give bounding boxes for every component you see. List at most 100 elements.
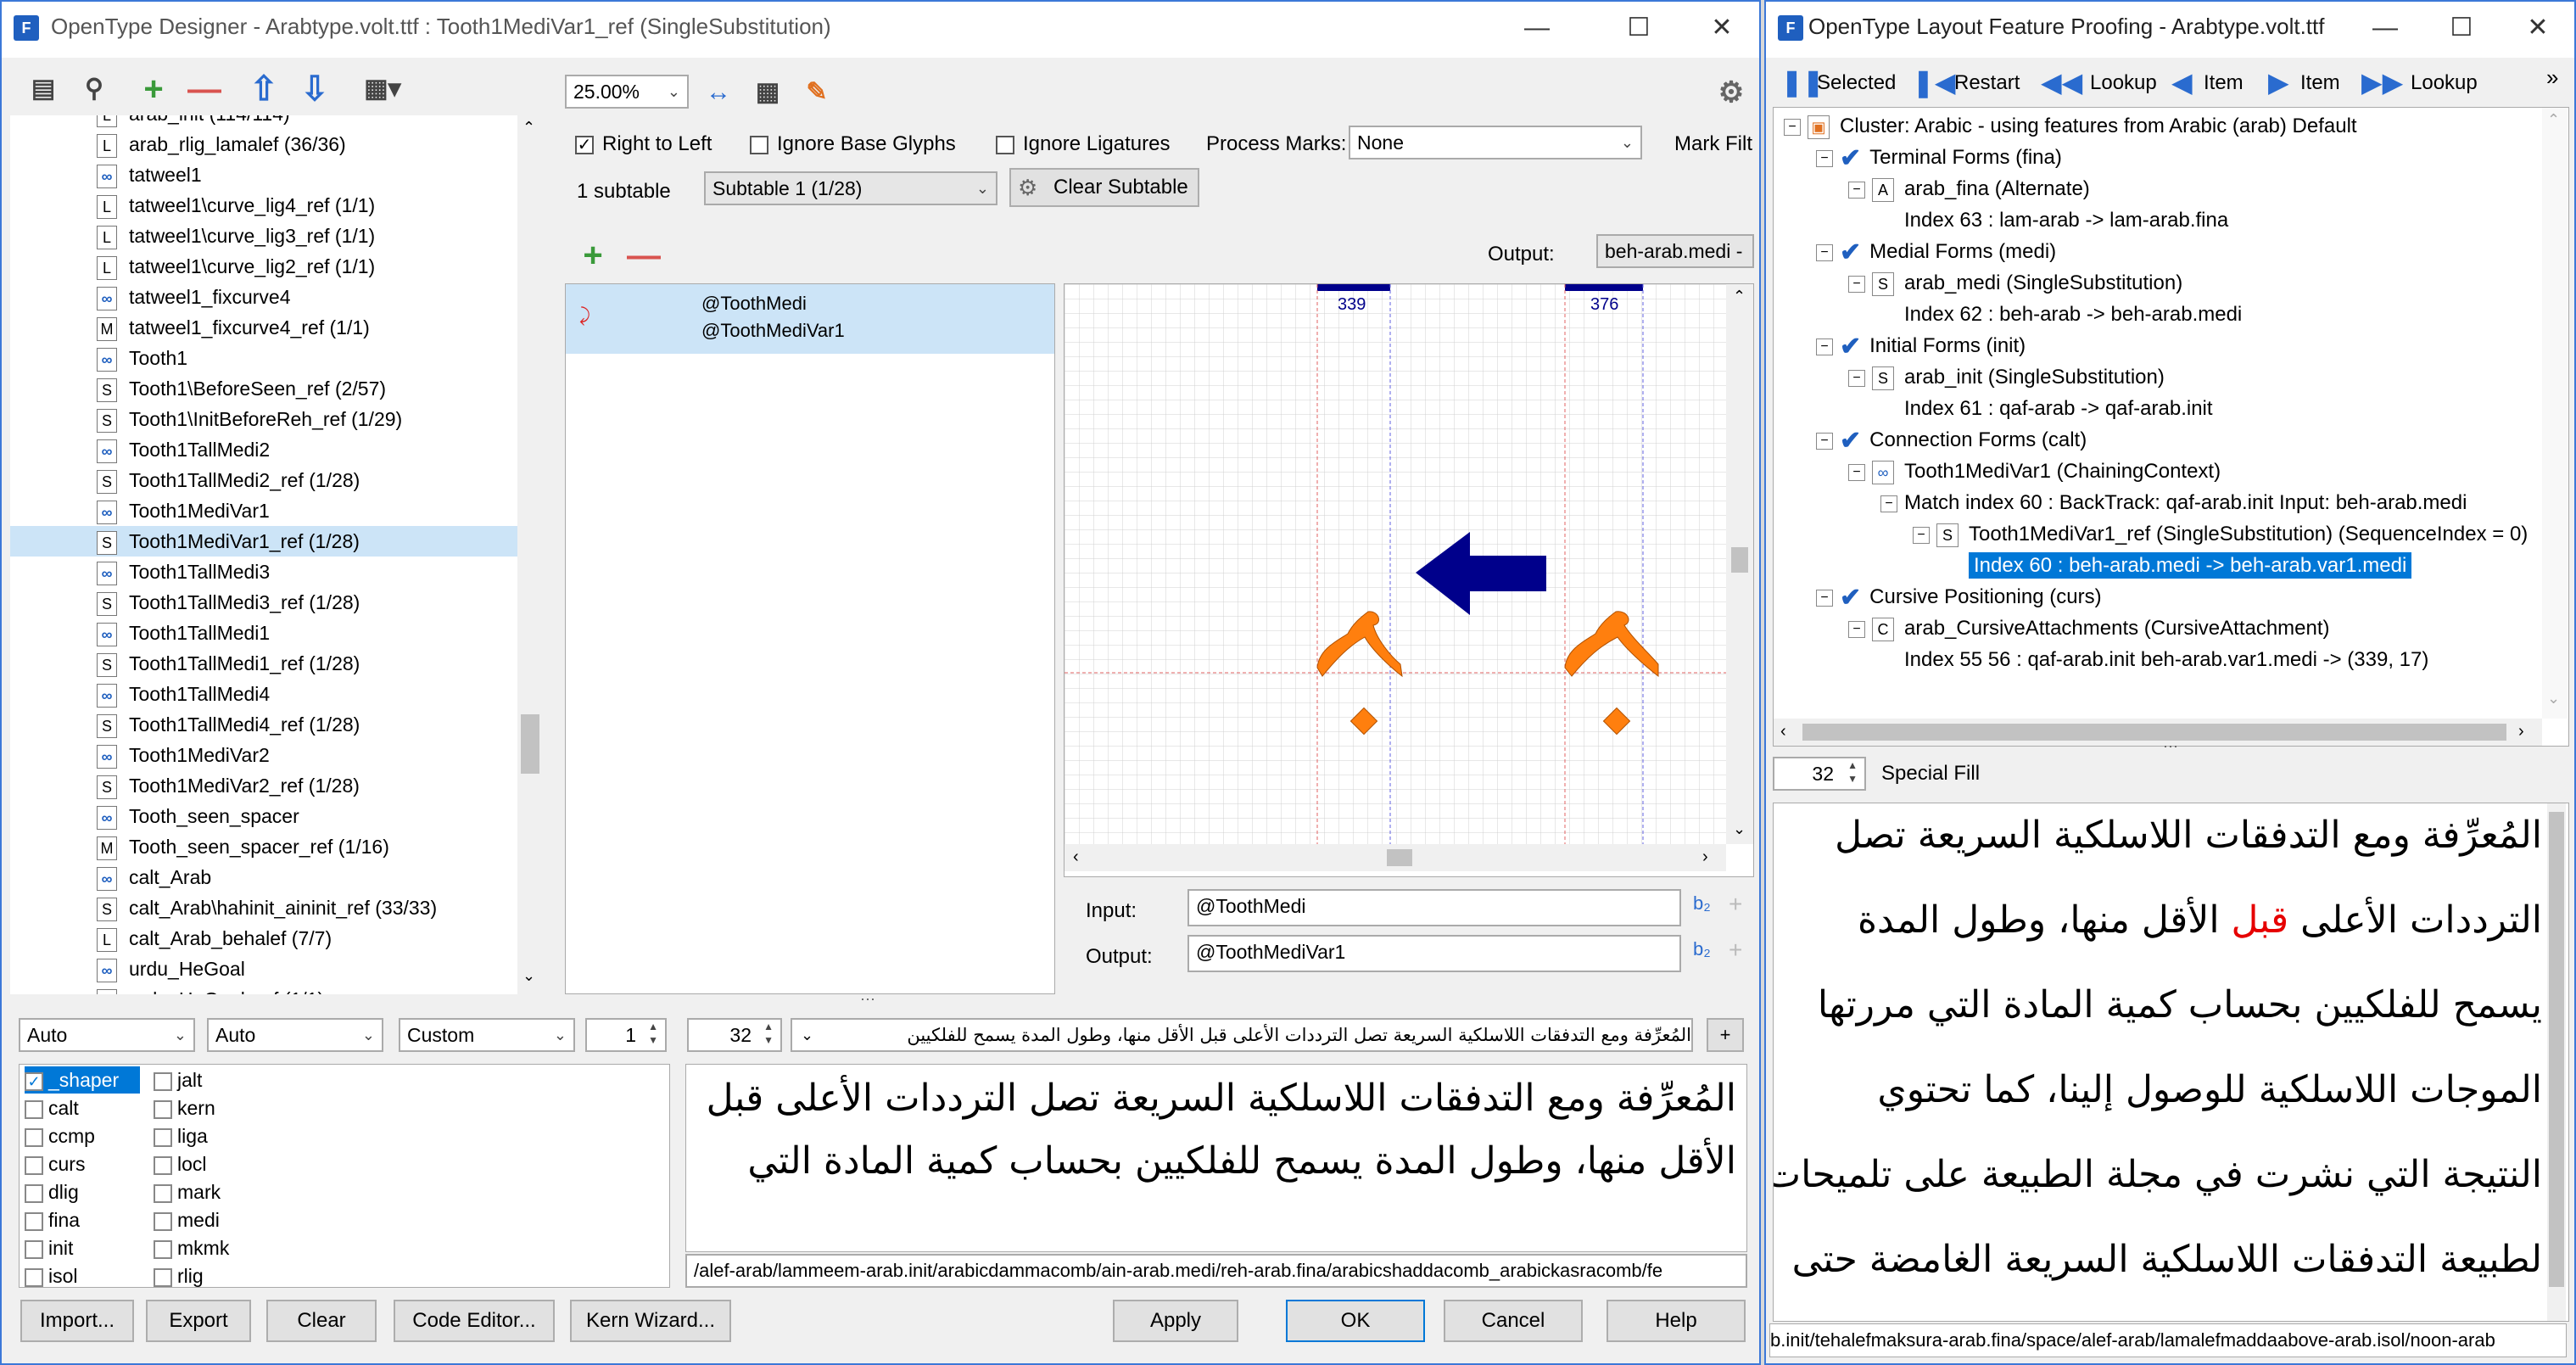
proofing-tree-item[interactable]: − Carab_CursiveAttachments (CursiveAttach… (1848, 613, 2330, 644)
scroll-up-icon[interactable]: ⌃ (522, 119, 535, 137)
find-lookup-icon[interactable]: ⚲ (70, 64, 119, 114)
proofing-tree-item[interactable]: − ✔ Connection Forms (calt) (1816, 425, 2087, 456)
collapse-icon[interactable]: − (1816, 432, 1833, 450)
tree-item[interactable]: Surdu_HeGoal_ref (1/1) (10, 984, 517, 994)
export-button[interactable]: Export (146, 1300, 251, 1342)
tree-item[interactable]: ∞ tatweel1_fixcurve4 (10, 282, 517, 312)
edit-glyph-icon[interactable]: ✎ (792, 68, 841, 117)
process-marks-combo[interactable]: None ⌄ (1349, 126, 1642, 159)
proofing-tree-item[interactable]: − ✔ Initial Forms (init) (1816, 331, 2026, 361)
proofing-tree-item[interactable]: − ▣ Cluster: Arabic - using features from … (1784, 111, 2357, 142)
tree-item[interactable]: ∞ Tooth1MediVar2 (10, 740, 517, 770)
designer-titlebar[interactable]: F OpenType Designer - Arabtype.volt.ttf … (2, 2, 1759, 58)
collapse-icon[interactable]: − (1848, 620, 1865, 638)
feature-checkbox[interactable]: liga (154, 1122, 208, 1150)
collapse-icon[interactable]: − (1913, 526, 1930, 544)
proofing-tree-item[interactable]: Index 63 : lam-arab -> lam-arab.fina (1880, 205, 2228, 236)
input-add-icon[interactable]: + (1729, 891, 1742, 918)
canvas-scroll-left-icon[interactable]: ‹ (1073, 848, 1079, 867)
proofing-tree-item[interactable]: Index 60 : beh-arab.medi -> beh-arab.var… (1945, 551, 2412, 581)
size-spinner[interactable]: 32 ▲ ▼ (687, 1018, 782, 1052)
proofing-tree-item[interactable]: − Match index 60 : BackTrack: qaf-arab.in… (1880, 488, 2467, 518)
tree-item[interactable]: Ltatweel1\curve_lig3_ref (1/1) (10, 221, 517, 251)
tree-item[interactable]: Larab_rlig_lamalef (36/36) (10, 129, 517, 159)
proofing-splitter-handle[interactable]: ⋯ (2163, 738, 2178, 756)
remove-icon[interactable]: — (180, 64, 229, 114)
feature-list[interactable]: ✓ _shaper calt ccmp curs dlig fina init isol jal… (19, 1064, 670, 1288)
feature-checkbox[interactable]: ccmp (25, 1122, 95, 1150)
ptree-scroll-up-icon[interactable]: ⌃ (2547, 111, 2560, 129)
tree-item[interactable]: ∞ Tooth1TallMedi3 (10, 557, 517, 587)
prev-item-button[interactable]: Item (2204, 71, 2244, 95)
collapse-icon[interactable]: − (1848, 463, 1865, 481)
add-mapping-icon[interactable]: + (568, 231, 617, 280)
ptree-scroll-down-icon[interactable]: ⌄ (2547, 690, 2560, 708)
apply-button[interactable]: Apply (1113, 1300, 1238, 1342)
proofing-size-spinner[interactable]: 32 ▲ ▼ (1773, 757, 1866, 791)
sample-text-combo[interactable]: ⌄ المُعرِّفة ومع التدفقات اللاسلكية السر… (791, 1018, 1693, 1052)
minimize-button[interactable]: — (1503, 7, 1571, 49)
canvas-vscroll[interactable]: ⌃ ⌄ (1726, 284, 1753, 844)
output-add-icon[interactable]: + (1729, 937, 1742, 964)
tree-item[interactable]: ∞ Tooth1 (10, 343, 517, 373)
collapse-icon[interactable]: − (1816, 338, 1833, 355)
tree-item[interactable]: ∞ Tooth1TallMedi2 (10, 434, 517, 465)
proofing-close-button[interactable]: ✕ (2504, 7, 2572, 49)
toolbar-overflow-icon[interactable]: » (2546, 64, 2558, 91)
collapse-icon[interactable]: − (1880, 495, 1897, 512)
proofing-text-scroll-thumb[interactable] (2549, 812, 2564, 1287)
remove-mapping-icon[interactable]: — (619, 231, 668, 280)
help-button[interactable]: Help (1607, 1300, 1746, 1342)
feature-checkbox[interactable]: mark (154, 1178, 221, 1206)
collapse-icon[interactable]: − (1816, 589, 1833, 607)
proofing-tree-item[interactable]: Index 55 56 : qaf-arab.init beh-arab.var… (1880, 645, 2428, 675)
view-options-icon[interactable]: ▦▾ (358, 64, 407, 114)
feature-checkbox[interactable]: fina (25, 1206, 80, 1234)
output-glyph-picker-icon[interactable]: b₂ (1693, 938, 1711, 960)
canvas-scroll-up-icon[interactable]: ⌃ (1733, 288, 1746, 305)
kern-wizard-button[interactable]: Kern Wizard... (570, 1300, 731, 1342)
ignore-ligatures-checkbox[interactable]: Ignore Ligatures (996, 132, 1170, 156)
script-combo[interactable]: Auto ⌄ (19, 1018, 195, 1052)
restart-button[interactable]: Restart (1954, 71, 2020, 95)
zoom-combo[interactable]: 25.00% ⌄ (565, 75, 689, 109)
output-field[interactable]: @ToothMediVar1 (1187, 935, 1681, 972)
prev-lookup-button[interactable]: Lookup (2090, 71, 2157, 95)
feature-checkbox[interactable]: mkmk (154, 1234, 229, 1262)
settings-gear-icon[interactable]: ⚙ (1707, 68, 1756, 117)
feature-checkbox[interactable]: isol (25, 1262, 78, 1287)
tree-item[interactable]: S Tooth1TallMedi2_ref (1/28) (10, 465, 517, 495)
subtable-combo[interactable]: Subtable 1 (1/28) ⌄ (704, 171, 997, 205)
tree-item[interactable]: Larab_init (114/114) (10, 115, 517, 129)
proofing-tree-vscroll[interactable]: ⌃ ⌄ (2542, 108, 2568, 719)
tree-item[interactable]: S Tooth1MediVar2_ref (1/28) (10, 770, 517, 801)
clear-button[interactable]: Clear (266, 1300, 377, 1342)
glyph-canvas[interactable]: 339 376 ⌃ ⌄ ‹ › (1064, 283, 1754, 877)
grid-icon[interactable]: ▦ (743, 68, 792, 117)
next-lookup-icon[interactable]: ▶▶ (2361, 66, 2403, 98)
tree-item[interactable]: Ltatweel1\curve_lig4_ref (1/1) (10, 190, 517, 221)
collapse-icon[interactable]: − (1848, 181, 1865, 199)
import-button[interactable]: Import... (20, 1300, 134, 1342)
proofing-tree-item[interactable]: − ∞ Tooth1MediVar1 (ChainingContext) (1848, 456, 2221, 487)
tree-item[interactable]: Scalt_Arab\hahinit_aininit_ref (33/33) (10, 892, 517, 923)
tree-item[interactable]: ∞ Tooth1TallMedi4 (10, 679, 517, 709)
rtl-checkbox[interactable]: ✓ Right to Left (575, 132, 712, 156)
add-text-button[interactable]: + (1707, 1018, 1744, 1052)
ignore-base-checkbox[interactable]: Ignore Base Glyphs (750, 132, 956, 156)
collapse-icon[interactable]: − (1848, 369, 1865, 387)
proofing-tree-item[interactable]: − Sarab_medi (SingleSubstitution) (1848, 268, 2182, 299)
collapse-icon[interactable]: − (1816, 149, 1833, 167)
tree-scrollbar[interactable]: ⌃ ⌄ (517, 115, 543, 994)
scroll-thumb[interactable] (521, 714, 539, 774)
proofing-tree-item[interactable]: − S Tooth1MediVar1_ref (SingleSubstitution… (1913, 519, 2528, 550)
tree-item[interactable]: M Tooth_seen_spacer_ref (1/16) (10, 831, 517, 862)
feature-checkbox[interactable]: jalt (154, 1066, 202, 1094)
proofing-tree[interactable]: − ▣ Cluster: Arabic - using features from … (1773, 107, 2569, 747)
tree-item[interactable]: ∞ calt_Arab (10, 862, 517, 892)
scroll-down-icon[interactable]: ⌄ (522, 967, 535, 985)
maximize-button[interactable]: ☐ (1605, 7, 1673, 49)
tree-item[interactable]: Ltatweel1\curve_lig2_ref (1/1) (10, 251, 517, 282)
tree-item[interactable]: S Tooth1TallMedi1_ref (1/28) (10, 648, 517, 679)
proofing-minimize-button[interactable]: — (2351, 7, 2419, 49)
